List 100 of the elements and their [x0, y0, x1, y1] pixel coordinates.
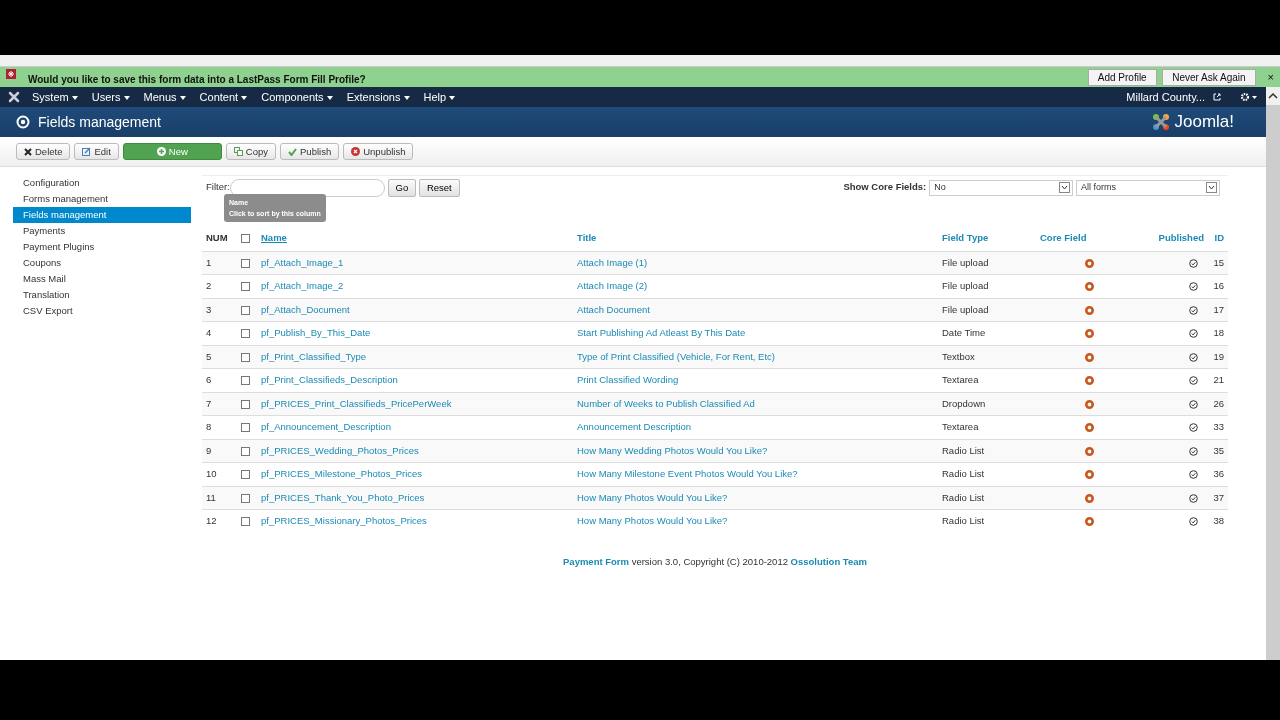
- sidebar-item[interactable]: Payments: [13, 223, 191, 239]
- unpublish-button[interactable]: Unpublish: [343, 143, 414, 160]
- published-icon[interactable]: [1189, 376, 1198, 386]
- close-button[interactable]: ×: [1267, 68, 1274, 86]
- field-title-link[interactable]: Announcement Description: [577, 421, 692, 433]
- sidebar-item[interactable]: Mass Mail: [13, 271, 191, 287]
- menu-item[interactable]: Help: [423, 88, 456, 106]
- core-field-icon[interactable]: [1085, 305, 1094, 315]
- core-field-icon[interactable]: [1085, 517, 1094, 527]
- scrollbar[interactable]: [1266, 87, 1280, 660]
- core-field-icon[interactable]: [1085, 446, 1094, 456]
- publish-button[interactable]: Publish: [280, 143, 340, 160]
- published-icon[interactable]: [1189, 493, 1198, 503]
- scroll-up-icon[interactable]: [1268, 93, 1278, 99]
- menu-item[interactable]: Menus: [143, 88, 186, 106]
- field-name-link[interactable]: pf_Attach_Image_2: [261, 280, 344, 292]
- row-checkbox[interactable]: [241, 305, 250, 315]
- edit-button[interactable]: Edit: [74, 143, 119, 160]
- published-icon[interactable]: [1189, 423, 1198, 433]
- published-icon[interactable]: [1189, 305, 1198, 315]
- menu-item[interactable]: Users: [91, 88, 130, 106]
- column-header-link[interactable]: Field Type: [942, 231, 989, 243]
- row-checkbox[interactable]: [241, 493, 250, 503]
- column-header-link[interactable]: Name: [261, 231, 287, 243]
- field-title-link[interactable]: Attach Image (1): [577, 256, 648, 268]
- core-field-icon[interactable]: [1085, 399, 1094, 409]
- product-link[interactable]: Payment Form: [563, 556, 629, 567]
- field-name-link[interactable]: pf_PRICES_Missionary_Photos_Prices: [261, 515, 427, 527]
- menu-item[interactable]: Content: [199, 88, 248, 106]
- core-fields-select[interactable]: No: [929, 179, 1074, 196]
- row-checkbox[interactable]: [241, 446, 250, 456]
- published-icon[interactable]: [1189, 470, 1198, 480]
- field-name-link[interactable]: pf_PRICES_Thank_You_Photo_Prices: [261, 491, 425, 503]
- menu-item[interactable]: Extensions: [346, 88, 410, 106]
- field-title-link[interactable]: Start Publishing Ad Atleast By This Date: [577, 327, 746, 339]
- row-checkbox[interactable]: [241, 282, 250, 292]
- sidebar-item[interactable]: Translation: [13, 287, 191, 303]
- sidebar-item[interactable]: Coupons: [13, 255, 191, 271]
- published-icon[interactable]: [1189, 329, 1198, 339]
- field-name-link[interactable]: pf_Print_Classifieds_Description: [261, 374, 398, 386]
- row-checkbox[interactable]: [241, 258, 250, 268]
- row-checkbox[interactable]: [241, 470, 250, 480]
- field-name-link[interactable]: pf_Publish_By_This_Date: [261, 327, 371, 339]
- sidebar-item[interactable]: CSV Export: [13, 303, 191, 319]
- field-title-link[interactable]: How Many Wedding Photos Would You Like?: [577, 444, 768, 456]
- row-checkbox[interactable]: [241, 352, 250, 362]
- core-field-icon[interactable]: [1085, 423, 1094, 433]
- published-icon[interactable]: [1189, 446, 1198, 456]
- published-icon[interactable]: [1189, 352, 1198, 362]
- sidebar-item[interactable]: Forms management: [13, 191, 191, 207]
- core-field-icon[interactable]: [1085, 329, 1094, 339]
- row-checkbox[interactable]: [241, 376, 250, 386]
- copy-button[interactable]: Copy: [225, 143, 277, 160]
- sidebar-item[interactable]: Payment Plugins: [13, 239, 191, 255]
- published-icon[interactable]: [1189, 258, 1198, 268]
- core-field-icon[interactable]: [1085, 258, 1094, 268]
- row-checkbox[interactable]: [241, 517, 250, 527]
- team-link[interactable]: Ossolution Team: [790, 556, 867, 567]
- core-field-icon[interactable]: [1085, 376, 1094, 386]
- field-name-link[interactable]: pf_Attach_Image_1: [261, 256, 344, 268]
- field-title-link[interactable]: Number of Weeks to Publish Classified Ad: [577, 397, 755, 409]
- field-name-link[interactable]: pf_PRICES_Print_Classifieds_PricePerWeek: [261, 397, 452, 409]
- column-header-link[interactable]: Core Field: [1040, 231, 1087, 243]
- published-icon[interactable]: [1189, 399, 1198, 409]
- go-button[interactable]: Go: [387, 178, 417, 197]
- sidebar-item[interactable]: Configuration: [13, 175, 191, 191]
- field-title-link[interactable]: How Many Photos Would You Like?: [577, 491, 728, 503]
- core-field-icon[interactable]: [1085, 352, 1094, 362]
- column-header-link[interactable]: ID: [1214, 231, 1224, 243]
- core-field-icon[interactable]: [1085, 470, 1094, 480]
- new-button[interactable]: New: [122, 143, 222, 160]
- core-field-icon[interactable]: [1085, 493, 1094, 503]
- field-title-link[interactable]: How Many Milestone Event Photos Would You Like?: [577, 468, 798, 480]
- menu-item[interactable]: Components: [261, 88, 333, 106]
- select-all-checkbox[interactable]: [241, 233, 250, 243]
- column-header-link[interactable]: Title: [577, 231, 597, 243]
- field-title-link[interactable]: Print Classified Wording: [577, 374, 679, 386]
- field-title-link[interactable]: How Many Photos Would You Like?: [577, 515, 728, 527]
- menu-item[interactable]: System: [32, 88, 78, 106]
- field-title-link[interactable]: Attach Document: [577, 303, 650, 315]
- add-profile-button[interactable]: Add Profile: [1087, 68, 1157, 86]
- field-name-link[interactable]: pf_PRICES_Wedding_Photos_Prices: [261, 444, 419, 456]
- reset-button[interactable]: Reset: [418, 178, 460, 197]
- field-title-link[interactable]: Type of Print Classified (Vehicle, For Rent, Etc): [577, 350, 775, 362]
- row-checkbox[interactable]: [241, 399, 250, 409]
- delete-button[interactable]: Delete: [16, 143, 71, 160]
- published-icon[interactable]: [1189, 282, 1198, 292]
- published-icon[interactable]: [1189, 517, 1198, 527]
- gear-icon[interactable]: [1240, 92, 1258, 102]
- field-name-link[interactable]: pf_Attach_Document: [261, 303, 350, 315]
- never-ask-button[interactable]: Never Ask Again: [1162, 68, 1256, 86]
- form-select[interactable]: All forms: [1076, 179, 1220, 196]
- sidebar-item[interactable]: Fields management: [13, 207, 191, 223]
- core-field-icon[interactable]: [1085, 282, 1094, 292]
- row-checkbox[interactable]: [241, 329, 250, 339]
- field-name-link[interactable]: pf_Print_Classified_Type: [261, 350, 367, 362]
- row-checkbox[interactable]: [241, 423, 250, 433]
- field-name-link[interactable]: pf_PRICES_Milestone_Photos_Prices: [261, 468, 423, 480]
- field-title-link[interactable]: Attach Image (2): [577, 280, 648, 292]
- field-name-link[interactable]: pf_Announcement_Description: [261, 421, 391, 433]
